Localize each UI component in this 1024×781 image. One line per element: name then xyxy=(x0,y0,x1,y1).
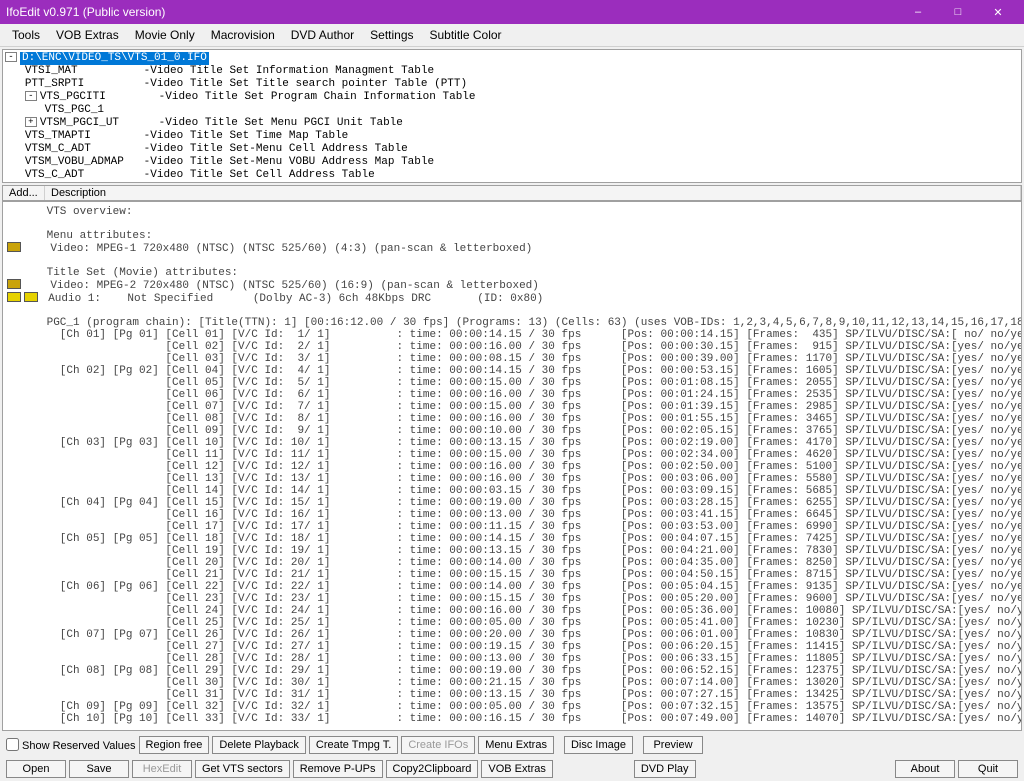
tree-desc: -Video Title Set-Menu VOBU Address Map T… xyxy=(144,156,434,169)
tree-desc: -Video Title Set Menu PGCI Unit Table xyxy=(159,117,403,130)
about-button[interactable]: About xyxy=(895,760,955,778)
tree-desc: -Video Title Set Cell Address Table xyxy=(144,169,375,182)
menu-movie-only[interactable]: Movie Only xyxy=(127,26,203,44)
title-bar: IfoEdit v0.971 (Public version) – □ ✕ xyxy=(0,0,1024,24)
vob-extras-button[interactable]: VOB Extras xyxy=(481,760,552,778)
get-vts-sectors-button[interactable]: Get VTS sectors xyxy=(195,760,290,778)
maximize-button[interactable]: □ xyxy=(938,0,978,24)
dvd-play-button[interactable]: DVD Play xyxy=(634,760,696,778)
menu-extras-button[interactable]: Menu Extras xyxy=(478,736,554,754)
delete-playback-button[interactable]: Delete Playback xyxy=(212,736,306,754)
disc-image-button[interactable]: Disc Image xyxy=(564,736,633,754)
menu-bar: ToolsVOB ExtrasMovie OnlyMacrovisionDVD … xyxy=(0,24,1024,47)
video-icon xyxy=(7,242,21,252)
tree-item[interactable]: VTS_PGCITI xyxy=(40,91,159,104)
audio-icon xyxy=(24,292,38,302)
hexedit-button[interactable]: HexEdit xyxy=(132,760,192,778)
tree-desc: -Video Title Set Program Chain Informati… xyxy=(159,91,476,104)
column-headers: Add... Description xyxy=(2,185,1022,201)
tree-desc: -Video Title Set-Menu Cell Address Table xyxy=(144,143,408,156)
tree-item[interactable]: VTS_TMAPTI xyxy=(25,130,144,143)
detail-panel[interactable]: VTS overview: Menu attributes: Video: MP… xyxy=(3,202,1021,730)
col-description[interactable]: Description xyxy=(45,186,1021,200)
create-tmpg-button[interactable]: Create Tmpg T. xyxy=(309,736,398,754)
expander-icon[interactable]: + xyxy=(25,117,37,127)
tree-item[interactable]: VTSM_PGCI_UT xyxy=(40,117,159,130)
tree-root[interactable]: D:\ENC\VIDEO_TS\VTS_01_0.IFO xyxy=(20,52,209,65)
region-free-button[interactable]: Region free xyxy=(139,736,210,754)
button-bar-2: Open Save HexEdit Get VTS sectors Remove… xyxy=(0,757,1024,781)
window-title: IfoEdit v0.971 (Public version) xyxy=(6,5,898,19)
menu-vob-extras[interactable]: VOB Extras xyxy=(48,26,127,44)
minimize-button[interactable]: – xyxy=(898,0,938,24)
tree-item[interactable]: VTSM_C_ADT xyxy=(25,143,144,156)
menu-macrovision[interactable]: Macrovision xyxy=(203,26,283,44)
close-button[interactable]: ✕ xyxy=(978,0,1018,24)
window-controls: – □ ✕ xyxy=(898,0,1018,24)
button-bar-1: Show Reserved Values Region free Delete … xyxy=(0,733,1024,757)
tree-item[interactable]: VTSI_MAT xyxy=(25,65,144,78)
tree-desc: -Video Title Set Title search pointer Ta… xyxy=(144,78,467,91)
create-ifos-button[interactable]: Create IFOs xyxy=(401,736,475,754)
menu-tools[interactable]: Tools xyxy=(4,26,48,44)
preview-button[interactable]: Preview xyxy=(643,736,703,754)
tree-desc: -Video Title Set Information Managment T… xyxy=(144,65,434,78)
tree-item[interactable]: VTSM_VOBU_ADMAP xyxy=(25,156,144,169)
detail-panel-wrap: VTS overview: Menu attributes: Video: MP… xyxy=(2,201,1022,731)
tree-panel[interactable]: -D:\ENC\VIDEO_TS\VTS_01_0.IFO VTSI_MAT -… xyxy=(2,49,1022,183)
save-button[interactable]: Save xyxy=(69,760,129,778)
menu-subtitle-color[interactable]: Subtitle Color xyxy=(422,26,510,44)
tree-item[interactable]: PTT_SRPTI xyxy=(25,78,144,91)
menu-dvd-author[interactable]: DVD Author xyxy=(283,26,362,44)
tree-item[interactable]: VTS_C_ADT xyxy=(25,169,144,182)
tree-desc: -Video Title Set Time Map Table xyxy=(144,130,349,143)
tree-item[interactable]: VTS_PGC_1 xyxy=(45,104,164,117)
expander-icon[interactable]: - xyxy=(25,91,37,101)
col-add[interactable]: Add... xyxy=(3,186,45,200)
menu-settings[interactable]: Settings xyxy=(362,26,421,44)
video-icon xyxy=(7,279,21,289)
open-button[interactable]: Open xyxy=(6,760,66,778)
remove-pups-button[interactable]: Remove P-UPs xyxy=(293,760,383,778)
expander-icon[interactable]: - xyxy=(5,52,17,62)
quit-button[interactable]: Quit xyxy=(958,760,1018,778)
audio-icon xyxy=(7,292,21,302)
show-reserved-checkbox[interactable]: Show Reserved Values xyxy=(6,738,136,752)
copy2clipboard-button[interactable]: Copy2Clipboard xyxy=(386,760,479,778)
